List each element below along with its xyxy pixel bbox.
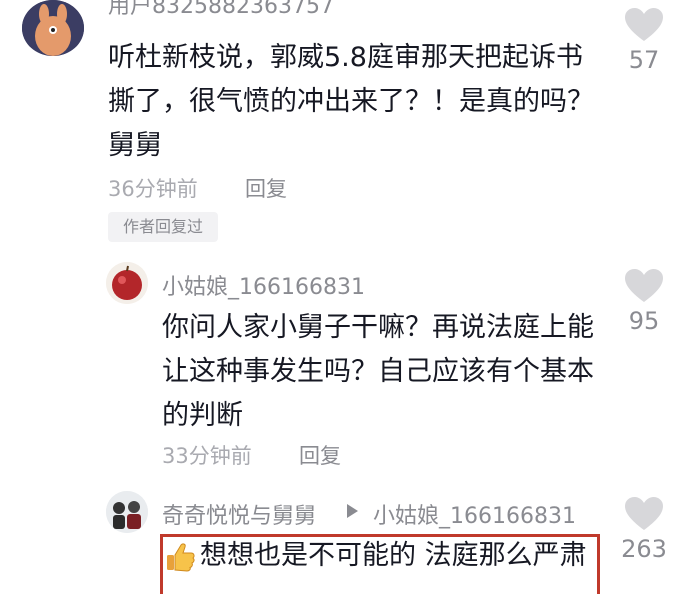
thumbs-up-icon (164, 541, 196, 577)
like-button[interactable]: 95 (609, 269, 679, 335)
like-count: 263 (621, 535, 667, 563)
like-button[interactable]: 263 (609, 497, 679, 563)
reply-button[interactable]: 回复 (299, 440, 341, 470)
comment-text: 想想也是不可能的 法庭那么严肃 (200, 540, 587, 571)
comment-username[interactable]: 奇奇悦悦与舅舅 (162, 498, 316, 530)
comment-text: 听杜新枝说，郭威5.8庭审那天把起诉书撕了，很气愤的冲出来了？！是真的吗？舅舅 (108, 42, 594, 161)
comment-username[interactable]: 小姑娘_166166831 (162, 269, 365, 301)
like-count: 95 (628, 307, 660, 335)
avatar[interactable] (106, 262, 148, 304)
comment-timestamp: 33分钟前 (162, 444, 252, 468)
avatar[interactable] (106, 491, 148, 533)
reply-button[interactable]: 回复 (245, 173, 287, 203)
comment-username[interactable]: 用户8325882363757 (108, 0, 334, 20)
like-button[interactable]: 57 (609, 8, 679, 74)
heart-icon (625, 8, 663, 41)
heart-icon (625, 497, 663, 530)
reply-to-username[interactable]: 小姑娘_166166831 (373, 498, 576, 530)
comment-timestamp: 36分钟前 (108, 177, 198, 201)
like-count: 57 (628, 46, 660, 74)
author-replied-badge: 作者回复过 (108, 212, 218, 242)
comment-text: 你问人家小舅子干嘛？再说法庭上能让这种事发生吗？自己应该有个基本的判断 (162, 312, 594, 431)
play-triangle-icon (345, 503, 359, 523)
heart-icon (625, 269, 663, 302)
avatar[interactable] (22, 0, 84, 56)
